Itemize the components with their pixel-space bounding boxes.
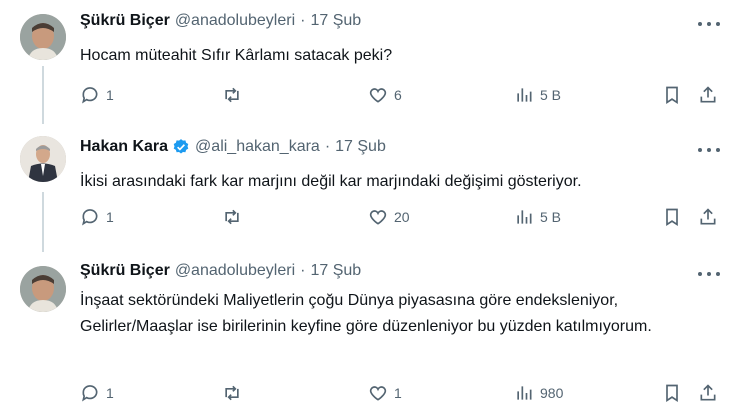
bookmark-button[interactable] bbox=[662, 382, 682, 404]
like-button[interactable]: 6 bbox=[368, 84, 402, 106]
reply-icon bbox=[82, 87, 98, 104]
views-icon bbox=[517, 210, 532, 224]
repost-icon bbox=[225, 209, 239, 225]
reply-button[interactable]: 1 bbox=[80, 206, 114, 228]
tweet-actions: 1 20 5 B bbox=[80, 206, 720, 228]
like-count: 1 bbox=[394, 385, 402, 401]
reply-count: 1 bbox=[106, 385, 114, 401]
tweet-text: İnşaat sektöründeki Maliyetlerin çoğu Dü… bbox=[80, 292, 652, 335]
bookmark-icon bbox=[666, 208, 678, 227]
reply-count: 1 bbox=[106, 87, 114, 103]
avatar[interactable] bbox=[20, 14, 66, 60]
bookmark-button[interactable] bbox=[662, 206, 682, 228]
avatar[interactable] bbox=[20, 136, 66, 182]
reply-button[interactable]: 1 bbox=[80, 84, 114, 106]
repost-button[interactable] bbox=[222, 206, 248, 228]
reply-icon bbox=[82, 385, 98, 402]
author-name[interactable]: Şükrü Biçer bbox=[80, 12, 170, 30]
more-icon[interactable] bbox=[698, 20, 720, 28]
share-icon bbox=[700, 208, 716, 225]
view-count: 980 bbox=[540, 385, 564, 401]
tweet[interactable]: Şükrü Biçer @anadolubeyleri · 17 Şub Hoc… bbox=[0, 0, 730, 124]
reply-button[interactable]: 1 bbox=[80, 382, 114, 404]
reply-icon bbox=[82, 209, 98, 226]
author-handle[interactable]: @ali_hakan_kara bbox=[195, 138, 320, 156]
repost-icon bbox=[225, 385, 239, 401]
like-icon bbox=[369, 88, 387, 103]
views-icon bbox=[517, 88, 532, 102]
like-button[interactable]: 1 bbox=[368, 382, 402, 404]
view-count: 5 B bbox=[540, 209, 562, 225]
tweet-actions: 1 1 980 bbox=[80, 382, 720, 404]
tweet[interactable]: Hakan Kara @ali_hakan_kara · 17 Şub İkis… bbox=[0, 124, 730, 254]
more-icon[interactable] bbox=[698, 146, 720, 154]
author-name[interactable]: Şükrü Biçer bbox=[80, 262, 170, 280]
tweet-header: Şükrü Biçer @anadolubeyleri · 17 Şub bbox=[80, 262, 361, 280]
repost-button[interactable] bbox=[222, 84, 248, 106]
view-count: 5 B bbox=[540, 87, 562, 103]
bookmark-icon bbox=[666, 86, 678, 105]
separator-dot: · bbox=[300, 12, 306, 29]
author-name[interactable]: Hakan Kara bbox=[80, 138, 168, 156]
repost-icon bbox=[225, 87, 239, 103]
tweet[interactable]: Şükrü Biçer @anadolubeyleri · 17 Şub İnş… bbox=[0, 254, 730, 420]
share-icon bbox=[700, 384, 716, 401]
reply-count: 1 bbox=[106, 209, 114, 225]
tweet-date[interactable]: 17 Şub bbox=[335, 138, 386, 156]
share-button[interactable] bbox=[698, 84, 718, 106]
tweet-header: Şükrü Biçer @anadolubeyleri · 17 Şub bbox=[80, 12, 361, 30]
avatar[interactable] bbox=[20, 266, 66, 312]
bookmark-button[interactable] bbox=[662, 84, 682, 106]
like-button[interactable]: 20 bbox=[368, 206, 410, 228]
tweet-header: Hakan Kara @ali_hakan_kara · 17 Şub bbox=[80, 138, 386, 156]
verified-badge-icon bbox=[173, 139, 189, 154]
views-button[interactable]: 5 B bbox=[514, 206, 561, 228]
tweet-actions: 1 6 5 B bbox=[80, 84, 720, 106]
repost-button[interactable] bbox=[222, 382, 248, 404]
tweet-text: İkisi arasındaki fark kar marjını değil … bbox=[80, 173, 582, 190]
share-icon bbox=[700, 86, 716, 103]
like-count: 6 bbox=[394, 87, 402, 103]
views-button[interactable]: 5 B bbox=[514, 84, 561, 106]
separator-dot: · bbox=[300, 262, 306, 279]
author-handle[interactable]: @anadolubeyleri bbox=[175, 262, 295, 280]
author-handle[interactable]: @anadolubeyleri bbox=[175, 12, 295, 30]
tweet-date[interactable]: 17 Şub bbox=[310, 262, 361, 280]
share-button[interactable] bbox=[698, 382, 718, 404]
like-count: 20 bbox=[394, 209, 410, 225]
more-icon[interactable] bbox=[698, 270, 720, 278]
bookmark-icon bbox=[666, 384, 678, 403]
separator-dot: · bbox=[324, 138, 331, 155]
like-icon bbox=[369, 386, 387, 401]
tweet-date[interactable]: 17 Şub bbox=[310, 12, 361, 30]
like-icon bbox=[369, 210, 387, 225]
views-button[interactable]: 980 bbox=[514, 382, 563, 404]
views-icon bbox=[517, 386, 532, 400]
share-button[interactable] bbox=[698, 206, 718, 228]
tweet-text: Hocam müteahit Sıfır Kârlamı satacak pek… bbox=[80, 47, 393, 64]
